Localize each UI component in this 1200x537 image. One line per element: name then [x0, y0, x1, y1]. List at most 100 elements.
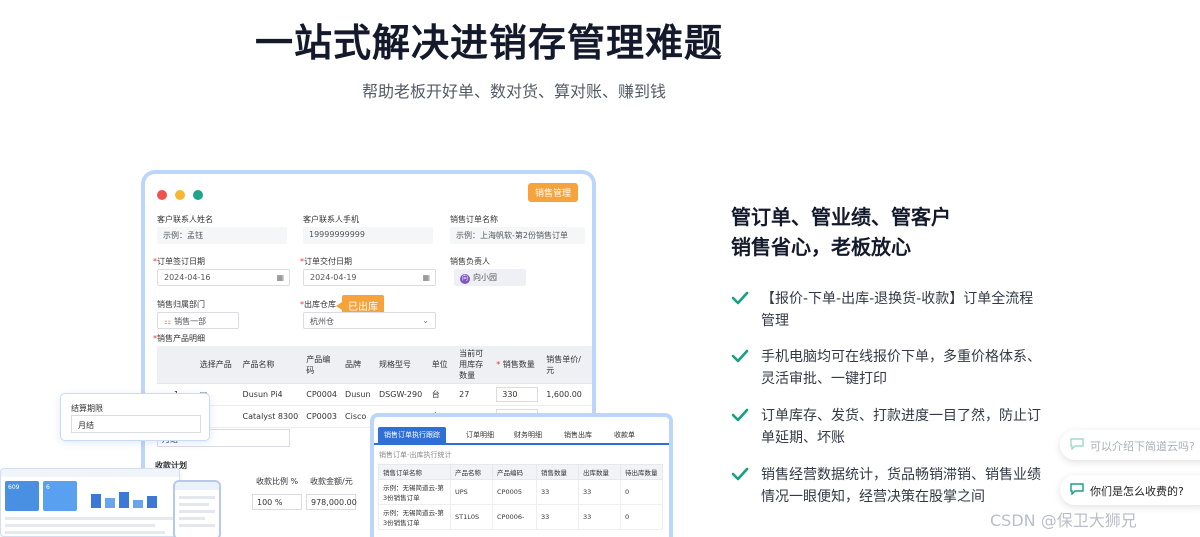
delivery-date-field[interactable]: 2024-04-19 ▦ — [303, 269, 436, 286]
qty-input-cell[interactable]: 330 — [492, 383, 543, 406]
feature-heading-line2: 销售省心，老板放心 — [731, 235, 911, 259]
order-tracking-card: 销售订单执行跟踪 订单明细 财务明细 销售出库 收款单 销售订单-出库执行统计 … — [370, 413, 673, 537]
col-name: 产品名称 — [238, 346, 303, 384]
contact-phone-field[interactable]: 19999999999 — [303, 227, 433, 244]
owner-chip[interactable]: 向向小园 — [454, 269, 526, 286]
settlement-label: 结算期限 — [71, 404, 103, 413]
feature-item: 手机电脑均可在线报价下单，多重价格体系、灵活审批、一键打印 — [731, 346, 1051, 392]
warehouse-select[interactable]: 杭州仓 ⌄ — [303, 312, 436, 329]
col-order-name: 销售订单名称 — [378, 464, 451, 480]
tab-order-tracking[interactable]: 销售订单执行跟踪 — [378, 427, 446, 443]
chart-bar — [133, 500, 143, 508]
dashboard-line — [5, 517, 175, 520]
calendar-icon: ▦ — [422, 273, 430, 282]
feature-text: 手机电脑均可在线报价下单，多重价格体系、灵活审批、一键打印 — [761, 349, 1041, 387]
check-icon — [731, 291, 749, 305]
dashboard-line — [5, 531, 165, 534]
stock-cell: 27 — [455, 383, 493, 406]
delivery-date-label: *订单交付日期 — [300, 257, 352, 266]
tab-receipt[interactable]: 收款单 — [608, 427, 641, 443]
chat-suggestion-intro[interactable]: 可以介绍下简道云吗? — [1060, 430, 1200, 460]
product-code-cell: CP0004 — [302, 383, 342, 406]
contact-name-field[interactable]: 示例：孟钰 — [157, 227, 287, 244]
col-select: 选择产品 — [195, 346, 239, 384]
org-icon: ⚏ — [164, 317, 172, 326]
calendar-icon: ▦ — [276, 273, 284, 282]
dashboard-thumbnail: 609 6 — [0, 468, 180, 537]
chart-bar — [147, 496, 157, 508]
product-code-cell: CP0005 — [492, 479, 537, 505]
dept-field[interactable]: ⚏ 销售一部 — [157, 312, 239, 329]
phone-thumbnail — [173, 480, 221, 537]
sales-qty-cell: 33 — [536, 504, 579, 530]
chart-bar — [105, 498, 115, 508]
feature-item: 订单库存、发货、打款进度一目了然，防止订单延期、坏账 — [731, 405, 1051, 451]
phone-line — [179, 510, 215, 513]
unit-cell: 台 — [427, 383, 456, 406]
maximize-dot-icon — [193, 190, 203, 200]
product-code-cell: CP0003 — [302, 405, 342, 428]
pay-ratio-input[interactable]: 100 % — [252, 494, 302, 510]
out-qty-cell: 33 — [578, 479, 621, 505]
pay-amount-input[interactable]: 978,000.00 — [306, 494, 357, 510]
feature-text: 销售经营数据统计，货品畅销滞销、销售业绩情况一眼便知，经营决策在股掌之间 — [761, 467, 1041, 505]
feature-heading: 管订单、管业绩、管客户 销售省心，老板放心 — [731, 202, 951, 262]
table-row[interactable]: 示例：无锡简道云-第3份销售订单 UPS CP0005 33 33 0 — [378, 479, 663, 505]
dept-label: 销售归属部门 — [157, 300, 205, 309]
col-qty: * 销售数量 — [492, 346, 543, 384]
sales-management-tag: 销售管理 — [527, 183, 578, 202]
chevron-down-icon: ⌄ — [422, 316, 429, 325]
tab-order-detail[interactable]: 订单明细 — [460, 427, 500, 443]
product-code-cell: CP0006- — [492, 504, 537, 530]
col-pending-qty: 待出库数量 — [620, 464, 663, 480]
minimize-dot-icon — [175, 190, 185, 200]
phone-line — [179, 524, 215, 527]
sign-date-field[interactable]: 2024-04-16 ▦ — [157, 269, 290, 286]
breadcrumb: 销售订单-出库执行统计 — [379, 451, 452, 459]
feature-text: 订单库存、发货、打款进度一目了然，防止订单延期、坏账 — [761, 408, 1041, 446]
col-spec: 规格型号 — [375, 346, 428, 384]
order-name-label: 销售订单名称 — [450, 215, 498, 224]
chat-suggestion-pricing[interactable]: 你们是怎么收费的? — [1060, 475, 1200, 505]
hero-title: 一站式解决进销存管理难题 — [255, 21, 724, 65]
order-name-cell: 示例：无锡简道云-第3份销售订单 — [378, 504, 451, 530]
dashboard-header — [1, 469, 179, 477]
out-qty-cell: 33 — [578, 504, 621, 530]
col-index — [157, 346, 196, 384]
hero-subtitle: 帮助老板开好单、数对货、算对账、赚到钱 — [362, 82, 667, 101]
check-icon — [731, 408, 749, 422]
chart-bar — [119, 492, 129, 508]
feature-text: 【报价-下单-出库-退换货-收款】订单全流程管理 — [761, 291, 1034, 329]
tracking-tabs: 销售订单执行跟踪 订单明细 财务明细 销售出库 收款单 — [374, 425, 669, 445]
table-header-row: 销售订单名称 产品名称 产品编码 销售数量 出库数量 待出库数量 — [378, 464, 663, 480]
close-dot-icon — [157, 190, 167, 200]
avatar: 向 — [460, 274, 470, 284]
table-row[interactable]: 示例：无锡简道云-第3份销售订单 ST1L0S CP0006- 33 33 0 — [378, 504, 663, 530]
settlement-card: 结算期限 月结 — [60, 393, 210, 441]
chat-icon — [1070, 483, 1084, 495]
sign-date-label: *订单签订日期 — [153, 257, 205, 266]
phone-header — [175, 482, 219, 490]
check-icon — [731, 349, 749, 363]
col-price: 销售单价/元 — [542, 346, 592, 384]
contact-phone-label: 客户联系人手机 — [303, 215, 359, 224]
phone-line — [179, 517, 205, 520]
product-detail-label: *销售产品明细 — [153, 334, 205, 343]
product-name-cell: UPS — [450, 479, 493, 505]
col-sales-qty: 销售数量 — [536, 464, 579, 480]
pay-amount-header: 收款金额/元 — [310, 477, 353, 486]
feature-item: 【报价-下单-出库-退换货-收款】订单全流程管理 — [731, 288, 1051, 334]
tab-sales-outbound[interactable]: 销售出库 — [558, 427, 598, 443]
order-name-cell: 示例：无锡简道云-第3份销售订单 — [378, 479, 451, 505]
price-cell: 1,600.00 — [542, 383, 592, 406]
tab-finance-detail[interactable]: 财务明细 — [508, 427, 548, 443]
table-row: 1 ▤ Dusun Pi4 CP0004 Dusun DSGW-290 台 27… — [157, 383, 592, 406]
tracking-table: 销售订单名称 产品名称 产品编码 销售数量 出库数量 待出库数量 示例：无锡简道… — [378, 464, 663, 530]
settlement-field[interactable]: 月结 — [71, 415, 201, 433]
order-name-field[interactable]: 示例：上海帆软-第2份销售订单 — [450, 227, 585, 244]
owner-label: 销售负责人 — [450, 257, 490, 266]
phone-line — [179, 503, 209, 506]
phone-line — [179, 496, 215, 499]
dashboard-line — [5, 524, 155, 527]
brand-cell: Dusun — [341, 383, 375, 406]
